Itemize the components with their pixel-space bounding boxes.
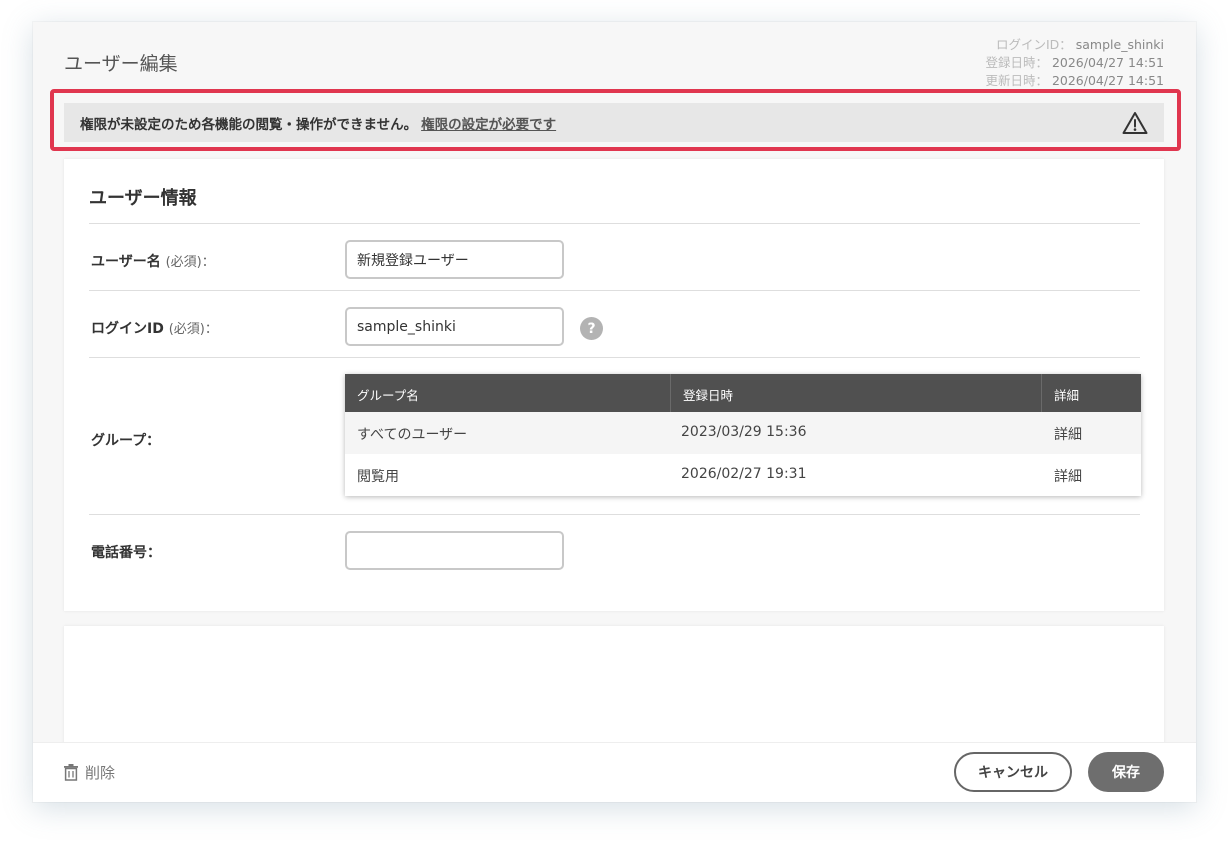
phone-label: 電話番号：	[91, 545, 161, 561]
divider	[89, 290, 1140, 291]
column-header-group-name: グループ名	[357, 388, 419, 403]
meta-updated-label: 更新日時：	[985, 73, 1048, 88]
group-date-cell: 2026/02/27 19:31	[681, 466, 807, 482]
user-info-card: ユーザー情報 ユーザー名 (必須)： 新規登録ユーザー ログインID (必須)：…	[64, 159, 1164, 611]
group-table-header: グループ名 登録日時 詳細	[345, 374, 1141, 412]
meta-created-label: 登録日時：	[985, 55, 1048, 70]
group-date-cell: 2023/03/29 15:36	[681, 424, 807, 440]
warning-triangle-icon	[1122, 112, 1148, 134]
user-edit-window: ユーザー編集 ログインID： sample_shinki 登録日時： 2026/…	[33, 22, 1196, 802]
user-info-title: ユーザー情報	[89, 188, 197, 209]
phone-input[interactable]	[345, 531, 564, 570]
permission-settings-link[interactable]: 権限の設定が必要です	[421, 113, 556, 133]
group-table: グループ名 登録日時 詳細 すべてのユーザー 2023/03/29 15:36 …	[345, 374, 1141, 496]
group-name-cell: 閲覧用	[357, 469, 399, 485]
login-id-label: ログインID (必須)：	[91, 318, 218, 338]
column-divider	[670, 374, 671, 412]
meta-login-id-label: ログインID：	[995, 37, 1072, 52]
column-header-detail: 詳細	[1054, 388, 1080, 403]
meta-updated: 2026/04/27 14:51	[1051, 73, 1164, 88]
column-header-created: 登録日時	[683, 388, 734, 403]
group-name-cell: すべてのユーザー	[357, 427, 468, 443]
login-id-label-text: ログインID	[91, 321, 164, 337]
help-icon[interactable]: ?	[580, 317, 603, 340]
permission-alert: 権限が未設定のため各機能の閲覧・操作ができません。 権限の設定が必要です	[64, 103, 1164, 142]
username-label-text: ユーザー名	[91, 254, 161, 270]
divider	[89, 357, 1140, 358]
group-detail-link[interactable]: 詳細	[1054, 424, 1082, 444]
delete-button[interactable]: 削除	[63, 762, 115, 783]
page-title: ユーザー編集	[64, 53, 178, 75]
table-row: すべてのユーザー 2023/03/29 15:36 詳細	[345, 412, 1141, 454]
username-label: ユーザー名 (必須)：	[91, 251, 215, 271]
footer-bar: 削除 キャンセル 保存	[33, 742, 1196, 802]
meta-created: 2026/04/27 14:51	[1051, 55, 1164, 70]
meta-login-id: sample_shinki	[1075, 37, 1164, 52]
username-required: (必須)：	[165, 255, 215, 270]
trash-icon	[64, 764, 78, 781]
login-id-required: (必須)：	[168, 322, 218, 337]
record-meta: ログインID： sample_shinki 登録日時： 2026/04/27 1…	[985, 36, 1164, 90]
divider	[89, 223, 1140, 224]
column-divider	[1041, 374, 1042, 412]
username-input[interactable]: 新規登録ユーザー	[345, 240, 564, 279]
table-row: 閲覧用 2026/02/27 19:31 詳細	[345, 454, 1141, 496]
group-detail-link[interactable]: 詳細	[1054, 466, 1082, 486]
cancel-button[interactable]: キャンセル	[954, 752, 1072, 792]
login-id-input[interactable]: sample_shinki	[345, 307, 564, 346]
group-label: グループ：	[91, 433, 161, 449]
save-button[interactable]: 保存	[1088, 752, 1164, 792]
delete-label: 削除	[85, 764, 116, 782]
divider	[89, 514, 1140, 515]
alert-message: 権限が未設定のため各機能の閲覧・操作ができません。	[80, 116, 418, 133]
